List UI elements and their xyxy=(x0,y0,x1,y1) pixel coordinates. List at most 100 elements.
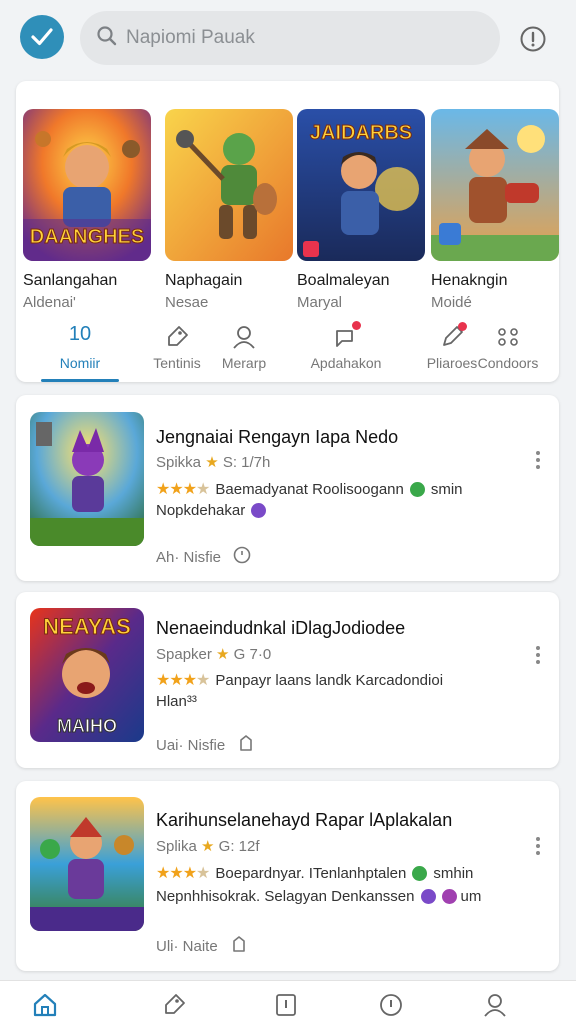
star-icon: ★ xyxy=(201,838,219,855)
game-thumbnail[interactable]: JAIDARBS xyxy=(297,109,425,261)
star-icon: ★ xyxy=(205,454,223,471)
game-subtitle: Maryal xyxy=(297,294,343,311)
info-icon[interactable] xyxy=(519,25,547,53)
search-bar[interactable]: Napiomi Pauak xyxy=(80,11,500,65)
game-thumbnail[interactable] xyxy=(165,109,293,261)
game-art-title: NEAYAS xyxy=(43,614,131,639)
clock-icon[interactable] xyxy=(233,546,251,568)
game-thumbnail[interactable] xyxy=(431,109,559,261)
tag-chip-icon xyxy=(420,889,436,904)
tab-label: Nomiir xyxy=(59,355,101,371)
game-subtitle: Moidé xyxy=(431,294,472,311)
description-tail: smin xyxy=(430,480,463,498)
featured-panel: DAANGHES Sanlangahan Aldenai' Naphagain … xyxy=(16,81,559,382)
developer-name: Spikka xyxy=(156,454,202,471)
description-tail: um xyxy=(460,888,482,905)
game-stat: G 7·0 xyxy=(233,646,272,663)
game-description-2: Hlan³³ xyxy=(156,693,197,710)
game-name[interactable]: Sanlangahan xyxy=(23,272,117,290)
featured-game-2[interactable]: Naphagain Nesae xyxy=(165,109,293,311)
description-tail: smhin xyxy=(433,864,474,882)
game-meta: Spapker ★ G 7·0 xyxy=(156,645,271,663)
search-input[interactable]: Napiomi Pauak xyxy=(126,27,255,49)
tab-apdahakon[interactable]: Apdahakon xyxy=(300,321,392,381)
description-line: Boepardnyar. ITenlanhptalen xyxy=(215,864,407,882)
game-name[interactable]: Boalmaleyan xyxy=(297,272,390,290)
footer-label: Ah· Nisfie xyxy=(156,548,222,566)
top-bar: Napiomi Pauak xyxy=(0,0,576,78)
game-title[interactable]: Nenaeindudnkal iDlagJodiodee xyxy=(156,618,405,639)
game-thumbnail[interactable] xyxy=(30,412,144,546)
compass-icon[interactable] xyxy=(377,991,405,1019)
rating-stars-icon: ★★★★ xyxy=(156,672,210,689)
game-stat: S: 1/7h xyxy=(222,454,271,471)
game-thumbnail[interactable] xyxy=(30,797,144,931)
tag-chip-icon xyxy=(441,889,457,904)
game-meta: Spikka ★ S: 1/7h xyxy=(156,453,270,471)
game-thumbnail[interactable]: DAANGHES xyxy=(23,109,151,261)
star-icon: ★ xyxy=(216,646,234,663)
info-square-icon[interactable] xyxy=(272,991,300,1019)
game-art-title: JAIDARBS xyxy=(310,122,412,144)
game-name[interactable]: Naphagain xyxy=(165,272,242,290)
pencil-icon xyxy=(438,322,467,351)
message-icon xyxy=(332,321,361,351)
developer-name: Spapker xyxy=(156,646,212,663)
bookmark-icon[interactable] xyxy=(230,935,248,957)
game-title[interactable]: Karihunselanehayd Rapar lAplakalan xyxy=(156,810,452,831)
tag-chip-icon xyxy=(251,503,267,518)
description-line: Baemadyanat Roolisoogann xyxy=(215,480,404,498)
bookmark-icon[interactable] xyxy=(237,734,255,756)
description-line: Hlan³³ xyxy=(156,693,197,710)
game-footer: Uli· Naite xyxy=(156,935,248,957)
game-stat: G: 12f xyxy=(218,838,260,855)
game-list-item[interactable]: Karihunselanehayd Rapar lAplakalan Splik… xyxy=(16,781,559,971)
home-number-icon: 10 xyxy=(68,323,92,345)
game-footer: Uai· Nisfie xyxy=(156,734,255,756)
game-art-subtitle: MAIHO xyxy=(57,716,117,736)
featured-game-4[interactable]: Henakngin Moidé xyxy=(431,109,559,311)
featured-game-1[interactable]: DAANGHES Sanlangahan Aldenai' xyxy=(23,109,151,311)
tab-nomiir[interactable]: 10 Nomiir xyxy=(35,321,125,381)
bottom-navigation xyxy=(0,980,576,1024)
description-line: Nopkdehakar xyxy=(156,502,246,519)
person-icon xyxy=(230,323,258,351)
footer-label: Uli· Naite xyxy=(156,937,218,955)
tab-label: Apdahakon xyxy=(310,355,382,371)
search-icon xyxy=(96,25,118,52)
game-footer: Ah· Nisfie xyxy=(156,546,251,568)
more-options-icon[interactable] xyxy=(535,646,541,666)
rating-stars-icon: ★★★★ xyxy=(156,481,210,498)
game-title[interactable]: Jengnaiai Rengayn Iapa Nedo xyxy=(156,427,398,448)
game-description: ★★★★ Boepardnyar. ITenlanhptalen smhin xyxy=(156,863,473,883)
tag-chip-icon xyxy=(409,481,425,497)
tag-icon xyxy=(163,323,191,351)
tab-label: Merarp xyxy=(221,355,267,371)
description-line: Panpayr laans landk Karcadondioi xyxy=(215,671,444,689)
tag-chip-icon xyxy=(412,865,428,881)
active-tab-indicator xyxy=(41,379,119,382)
description-line: Nepnhhisokrak. Selagyan Denkanssen xyxy=(156,888,415,905)
game-subtitle: Nesae xyxy=(165,294,209,311)
game-art-title: DAANGHES xyxy=(30,226,144,248)
tag-icon[interactable] xyxy=(160,991,188,1019)
developer-name: Splika xyxy=(156,838,197,855)
app-logo-check-icon[interactable] xyxy=(20,15,64,59)
home-icon[interactable] xyxy=(31,991,59,1019)
game-meta: Splika ★ G: 12f xyxy=(156,837,260,855)
tab-label: Condoors xyxy=(477,355,539,371)
game-name[interactable]: Henakngin xyxy=(431,272,508,290)
game-description: ★★★★ Panpayr laans landk Karcadondioi xyxy=(156,670,443,690)
game-description-2: Nopkdehakar xyxy=(156,502,267,519)
tab-merarp[interactable]: Merarp xyxy=(199,321,289,381)
tab-condoors[interactable]: Condoors xyxy=(463,321,553,381)
notification-badge xyxy=(352,321,361,330)
profile-icon[interactable] xyxy=(481,991,509,1019)
game-thumbnail[interactable]: NEAYAS MAIHO xyxy=(30,608,144,742)
featured-game-3[interactable]: JAIDARBS Boalmaleyan Maryal xyxy=(297,109,425,311)
more-options-icon[interactable] xyxy=(535,837,541,857)
controller-icon xyxy=(494,323,522,351)
game-list-item[interactable]: Jengnaiai Rengayn Iapa Nedo Spikka ★ S: … xyxy=(16,395,559,581)
more-options-icon[interactable] xyxy=(535,451,541,471)
game-list-item[interactable]: NEAYAS MAIHO Nenaeindudnkal iDlagJodiode… xyxy=(16,592,559,768)
